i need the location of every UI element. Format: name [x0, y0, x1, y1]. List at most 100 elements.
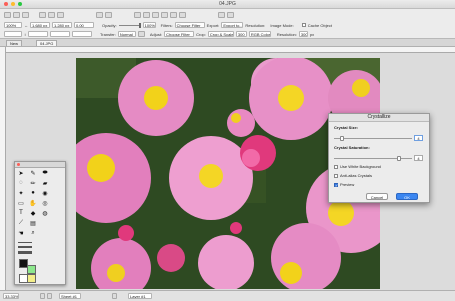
pencil-tool-icon[interactable]: ✏ [29, 179, 37, 187]
print-icon[interactable] [227, 12, 234, 18]
export-select[interactable]: Export to... [221, 22, 244, 28]
opacity-label: Opacity: [102, 22, 117, 28]
rotate-icon[interactable] [152, 12, 159, 18]
flip-icon[interactable] [161, 12, 168, 18]
gradient-tool-icon[interactable]: ▤ [29, 219, 37, 227]
swatch-yellow[interactable] [27, 274, 36, 283]
prev-layer-icon[interactable] [112, 293, 117, 299]
white-background-label: Use White Background [340, 164, 381, 169]
angle-field[interactable]: 0.00 [74, 22, 94, 28]
line-width-medium[interactable] [18, 246, 32, 248]
layer-selector[interactable]: Layer #1 [128, 293, 152, 299]
bucket-tool-icon[interactable]: ◆ [29, 209, 37, 217]
dialog-title: Crystallize [329, 114, 429, 122]
palette-close-button[interactable] [17, 163, 20, 166]
ok-button[interactable]: OK [396, 193, 418, 200]
export-label: Export: [206, 22, 220, 28]
tools-palette: ➤ ✎ ⬬ ◌ ✏ ▰ ✦ ● ◉ ▭ ✋ ◎ T ◆ ◍ ⟋ ▤ ☚ ⌕ [14, 161, 66, 285]
resolution-field[interactable]: 300 [235, 31, 247, 37]
status-zoom[interactable]: 33.33% [3, 293, 19, 299]
options-toolbar: 100% ↔ 1,680 px 1,280 px 0.00 Opacity: 1… [0, 9, 455, 39]
copy-icon[interactable] [48, 12, 55, 18]
lasso-tool-icon[interactable]: ◌ [17, 179, 25, 187]
crop-select[interactable]: Crop & Scale [207, 31, 234, 37]
crystal-size-field[interactable]: 4 [414, 135, 423, 141]
open-icon[interactable] [13, 12, 20, 18]
next-page-icon[interactable] [47, 293, 52, 299]
white-background-checkbox[interactable] [334, 164, 338, 169]
crystal-saturation-slider[interactable] [334, 156, 412, 161]
cache-object-checkbox[interactable] [301, 23, 306, 27]
layers-icon[interactable] [134, 12, 141, 18]
antialias-checkbox[interactable] [334, 173, 338, 178]
new-icon[interactable] [4, 12, 11, 18]
resolution2-unit: px [309, 31, 315, 37]
eyedropper-tool-icon[interactable]: ⟋ [17, 219, 25, 227]
resolution-label: Resolution: [245, 22, 266, 28]
ellipse-tool-icon[interactable]: ⬬ [41, 169, 49, 177]
crystal-saturation-knob[interactable] [396, 156, 401, 161]
window-title: 04.JPG [219, 1, 236, 7]
sponge-tool-icon[interactable]: ◍ [41, 209, 49, 217]
line-width-thin[interactable] [18, 242, 32, 243]
opacity-slider[interactable] [118, 22, 141, 28]
filters-select[interactable]: Choose Filter [174, 22, 205, 28]
resolution2-field[interactable]: 300 [298, 31, 308, 37]
smudge-tool-icon[interactable]: ✋ [29, 199, 37, 207]
y-field[interactable] [28, 31, 48, 37]
preview-checkbox[interactable]: ✓ [334, 182, 338, 187]
angle2-field[interactable] [72, 31, 92, 37]
shape-tool-icon[interactable]: ▰ [41, 179, 49, 187]
toolbar-icons-row [0, 10, 455, 20]
zoom-field[interactable]: 100% [4, 22, 22, 28]
width-field[interactable]: 1,680 px [30, 22, 50, 28]
zoom-icon[interactable] [179, 12, 186, 18]
w-field[interactable] [50, 31, 70, 37]
adjust-select[interactable]: Choose Filter [164, 31, 195, 37]
brush-tool-icon[interactable]: ✎ [29, 169, 37, 177]
transfer-label: Transfer: [100, 31, 116, 37]
cancel-button[interactable]: Cancel [366, 193, 388, 200]
crystal-size-slider[interactable] [334, 136, 412, 141]
zoom-tool-icon[interactable]: ⌕ [29, 229, 37, 237]
image-mode-select[interactable]: RGB Color [248, 31, 271, 37]
transform-icon[interactable] [143, 12, 150, 18]
wand-tool-icon[interactable]: ✦ [17, 189, 25, 197]
transfer-select[interactable]: Normal [117, 31, 136, 37]
clone-tool-icon[interactable]: ● [29, 189, 37, 197]
opacity-value[interactable]: 100% [142, 22, 156, 28]
antialias-option[interactable]: Anti-alias Crystals [334, 173, 372, 178]
text-tool-icon[interactable]: T [17, 209, 25, 217]
tab-04-jpg[interactable]: 04.JPG [36, 40, 58, 46]
sharpen-tool-icon[interactable]: ◎ [41, 199, 49, 207]
redo-icon[interactable] [105, 12, 112, 18]
height-field[interactable]: 1,280 px [52, 22, 72, 28]
info-icon[interactable] [218, 12, 225, 18]
crystal-size-knob[interactable] [339, 136, 344, 141]
white-background-option[interactable]: Use White Background [334, 164, 381, 169]
blend-icon[interactable] [137, 31, 145, 37]
tab-new[interactable]: New [6, 40, 23, 46]
save-icon[interactable] [22, 12, 29, 18]
prev-page-icon[interactable] [40, 293, 45, 299]
arrow-tool-icon[interactable]: ➤ [17, 169, 25, 177]
preview-label: Preview [340, 182, 355, 187]
rect-select-icon[interactable]: ▭ [17, 199, 25, 207]
preview-option[interactable]: ✓ Preview [334, 182, 354, 187]
cut-icon[interactable] [39, 12, 46, 18]
palette-header[interactable] [15, 162, 65, 168]
line-width-thick[interactable] [18, 251, 32, 254]
paste-icon[interactable] [57, 12, 64, 18]
hand-tool-icon[interactable]: ☚ [17, 229, 25, 237]
antialias-label: Anti-alias Crystals [340, 173, 373, 178]
x-field[interactable] [4, 31, 22, 37]
status-bar: 33.33% Sheet #1 Layer #1 [0, 290, 455, 301]
page-selector[interactable]: Sheet #1 [59, 293, 81, 299]
grid-icon[interactable] [170, 12, 177, 18]
background-color-swatch[interactable] [27, 265, 36, 274]
crystal-saturation-field[interactable]: 4 [414, 155, 423, 161]
document-tabs: New 04.JPG [0, 39, 455, 47]
undo-icon[interactable] [96, 12, 103, 18]
crystal-saturation-label: Crystal Saturation: [334, 145, 370, 150]
blur-tool-icon[interactable]: ◉ [41, 189, 49, 197]
